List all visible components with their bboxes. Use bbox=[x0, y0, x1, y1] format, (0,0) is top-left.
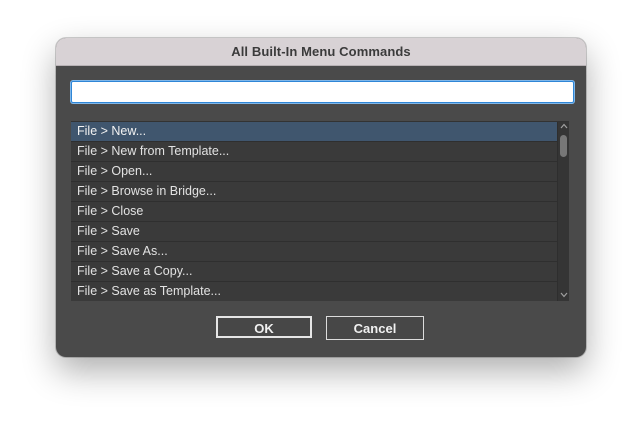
command-list-scrollbar[interactable] bbox=[557, 122, 569, 301]
command-list-item[interactable]: File > Browse in Bridge... bbox=[71, 182, 558, 202]
command-list-item[interactable]: File > Save as Template... bbox=[71, 282, 558, 301]
all-menu-commands-dialog: All Built-In Menu Commands File > New...… bbox=[56, 38, 586, 357]
dialog-titlebar[interactable]: All Built-In Menu Commands bbox=[56, 38, 586, 66]
chevron-up-icon[interactable] bbox=[558, 122, 569, 132]
chevron-down-icon[interactable] bbox=[558, 291, 569, 301]
command-list-item[interactable]: File > Open... bbox=[71, 162, 558, 182]
ok-button[interactable]: OK bbox=[216, 316, 312, 338]
command-list-item[interactable]: File > Save a Copy... bbox=[71, 262, 558, 282]
command-list-item[interactable]: File > Save As... bbox=[71, 242, 558, 262]
command-list-item[interactable]: File > Close bbox=[71, 202, 558, 222]
command-list-item[interactable]: File > Save bbox=[71, 222, 558, 242]
command-list[interactable]: File > New... File > New from Template..… bbox=[71, 121, 569, 301]
command-search-input[interactable] bbox=[71, 81, 574, 103]
command-list-item[interactable]: File > New from Template... bbox=[71, 142, 558, 162]
command-list-item[interactable]: File > New... bbox=[71, 122, 558, 142]
command-list-rows: File > New... File > New from Template..… bbox=[71, 122, 558, 301]
scrollbar-thumb[interactable] bbox=[560, 135, 567, 157]
cancel-button[interactable]: Cancel bbox=[326, 316, 424, 340]
dialog-title: All Built-In Menu Commands bbox=[231, 44, 411, 59]
